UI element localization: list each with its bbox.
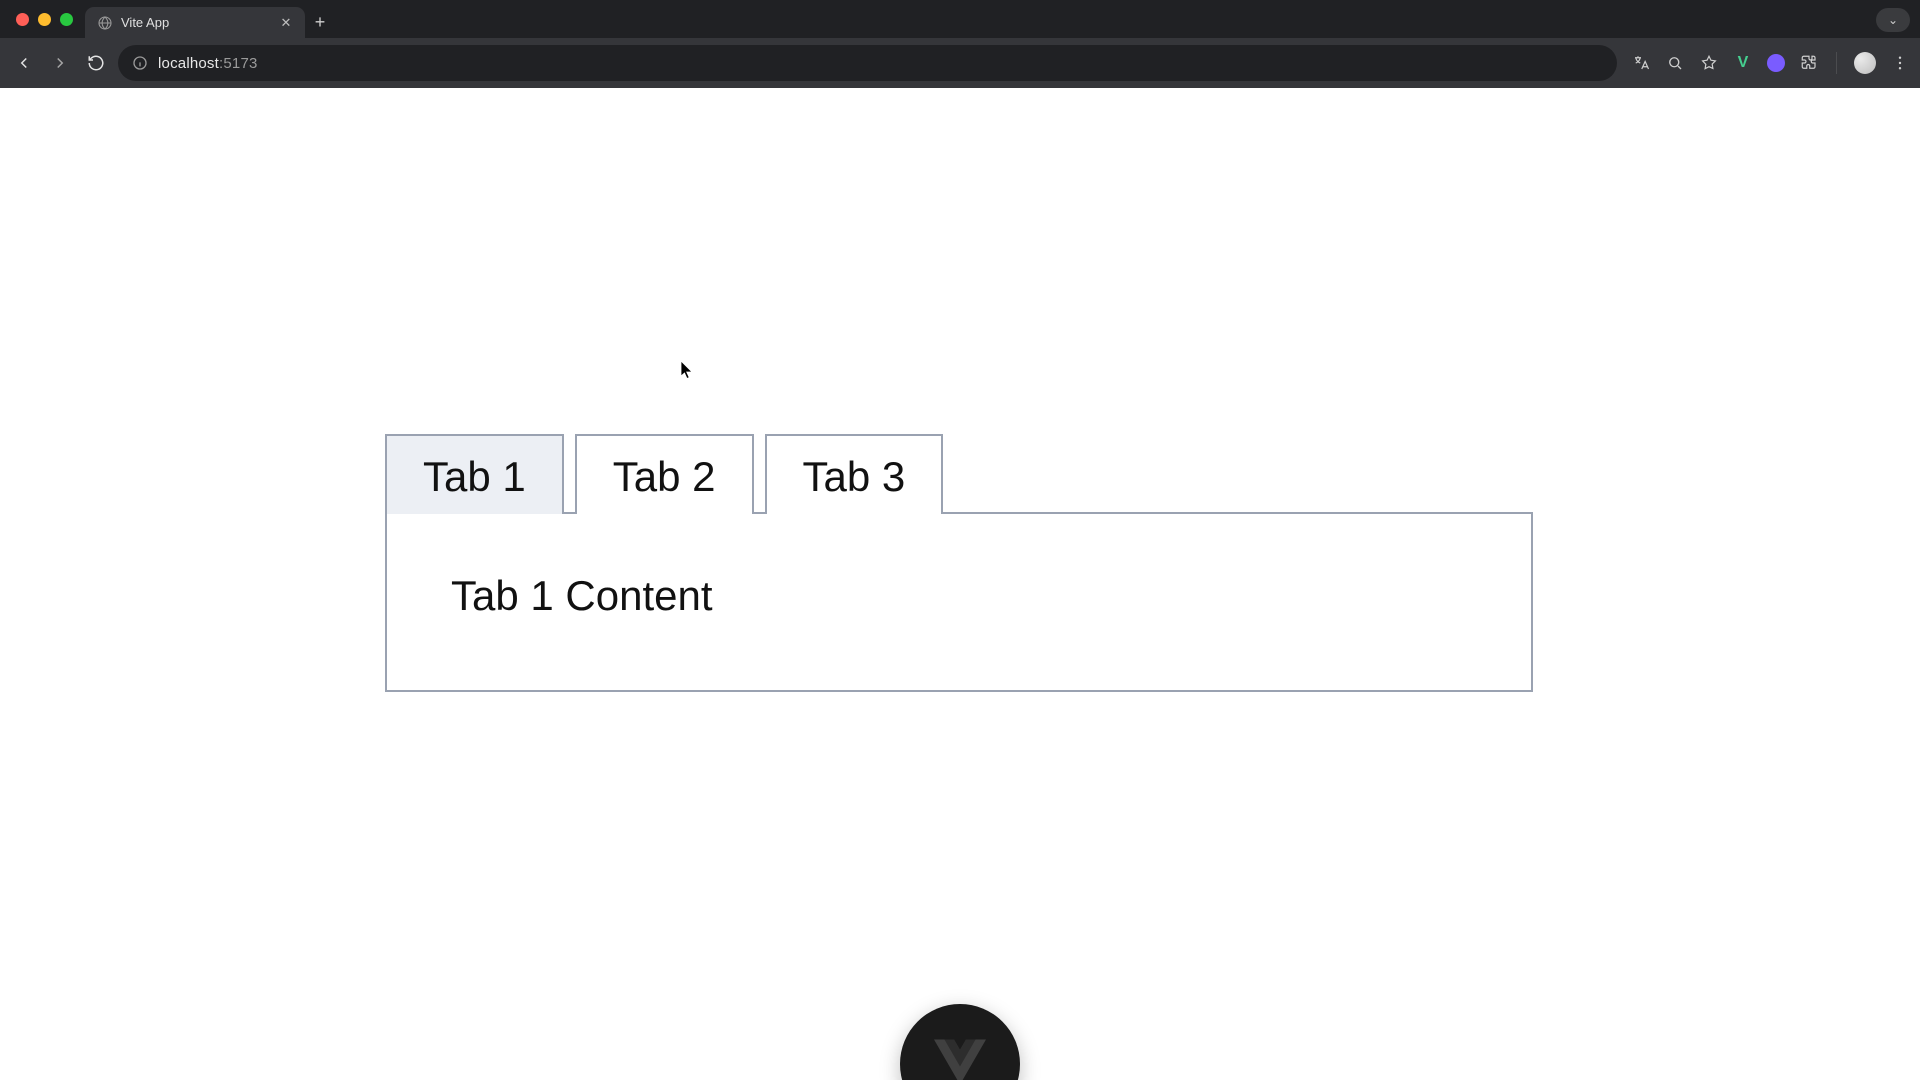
reload-button[interactable] (82, 49, 110, 77)
mouse-cursor-icon (680, 360, 694, 380)
tab-panel: Tab 1 Content (385, 512, 1533, 692)
tab-1[interactable]: Tab 1 (385, 434, 564, 514)
vue-logo-icon (934, 1036, 986, 1080)
window-minimize-button[interactable] (38, 13, 51, 26)
window-traffic-lights (10, 0, 85, 38)
tab-label: Tab 1 (423, 453, 526, 500)
profile-avatar[interactable] (1854, 52, 1876, 74)
tabs-dropdown-button[interactable]: ⌄ (1876, 8, 1910, 32)
browser-tabstrip: Vite App ✕ + ⌄ (0, 0, 1920, 38)
tab-label: Tab 2 (613, 453, 716, 500)
kebab-menu-icon[interactable] (1890, 53, 1910, 73)
address-bar-url: localhost:5173 (158, 55, 258, 72)
site-info-icon[interactable] (132, 55, 148, 71)
back-button[interactable] (10, 49, 38, 77)
address-bar-host: localhost (158, 55, 219, 72)
forward-button[interactable] (46, 49, 74, 77)
translate-icon[interactable] (1631, 53, 1651, 73)
toolbar-separator (1836, 52, 1837, 74)
address-bar-port: :5173 (219, 55, 258, 72)
tab-panel-content: Tab 1 Content (451, 572, 1467, 620)
vue-devtools-extension-icon[interactable]: V (1733, 53, 1753, 73)
close-icon[interactable]: ✕ (279, 16, 293, 30)
vue-devtools-bubble[interactable] (900, 1004, 1020, 1080)
window-maximize-button[interactable] (60, 13, 73, 26)
tab-3[interactable]: Tab 3 (765, 434, 944, 514)
extensions-puzzle-icon[interactable] (1799, 53, 1819, 73)
page-viewport: Tab 1 Tab 2 Tab 3 Tab 1 Content (0, 88, 1920, 1080)
tab-label: Tab 3 (803, 453, 906, 500)
browser-chrome: Vite App ✕ + ⌄ localhost:5173 (0, 0, 1920, 88)
chevron-down-icon: ⌄ (1888, 13, 1898, 27)
zoom-icon[interactable] (1665, 53, 1685, 73)
extension-icon[interactable] (1767, 54, 1785, 72)
window-close-button[interactable] (16, 13, 29, 26)
tab-2[interactable]: Tab 2 (575, 434, 754, 514)
browser-tab-title: Vite App (121, 15, 271, 30)
new-tab-button[interactable]: + (305, 7, 335, 38)
address-bar[interactable]: localhost:5173 (118, 45, 1617, 81)
bookmark-star-icon[interactable] (1699, 53, 1719, 73)
tabbed-app: Tab 1 Tab 2 Tab 3 Tab 1 Content (385, 434, 1533, 692)
browser-tab[interactable]: Vite App ✕ (85, 7, 305, 38)
globe-icon (97, 15, 113, 31)
toolbar-right: V (1625, 52, 1910, 74)
browser-toolbar: localhost:5173 V (0, 38, 1920, 88)
tabs-header: Tab 1 Tab 2 Tab 3 (385, 434, 1533, 514)
